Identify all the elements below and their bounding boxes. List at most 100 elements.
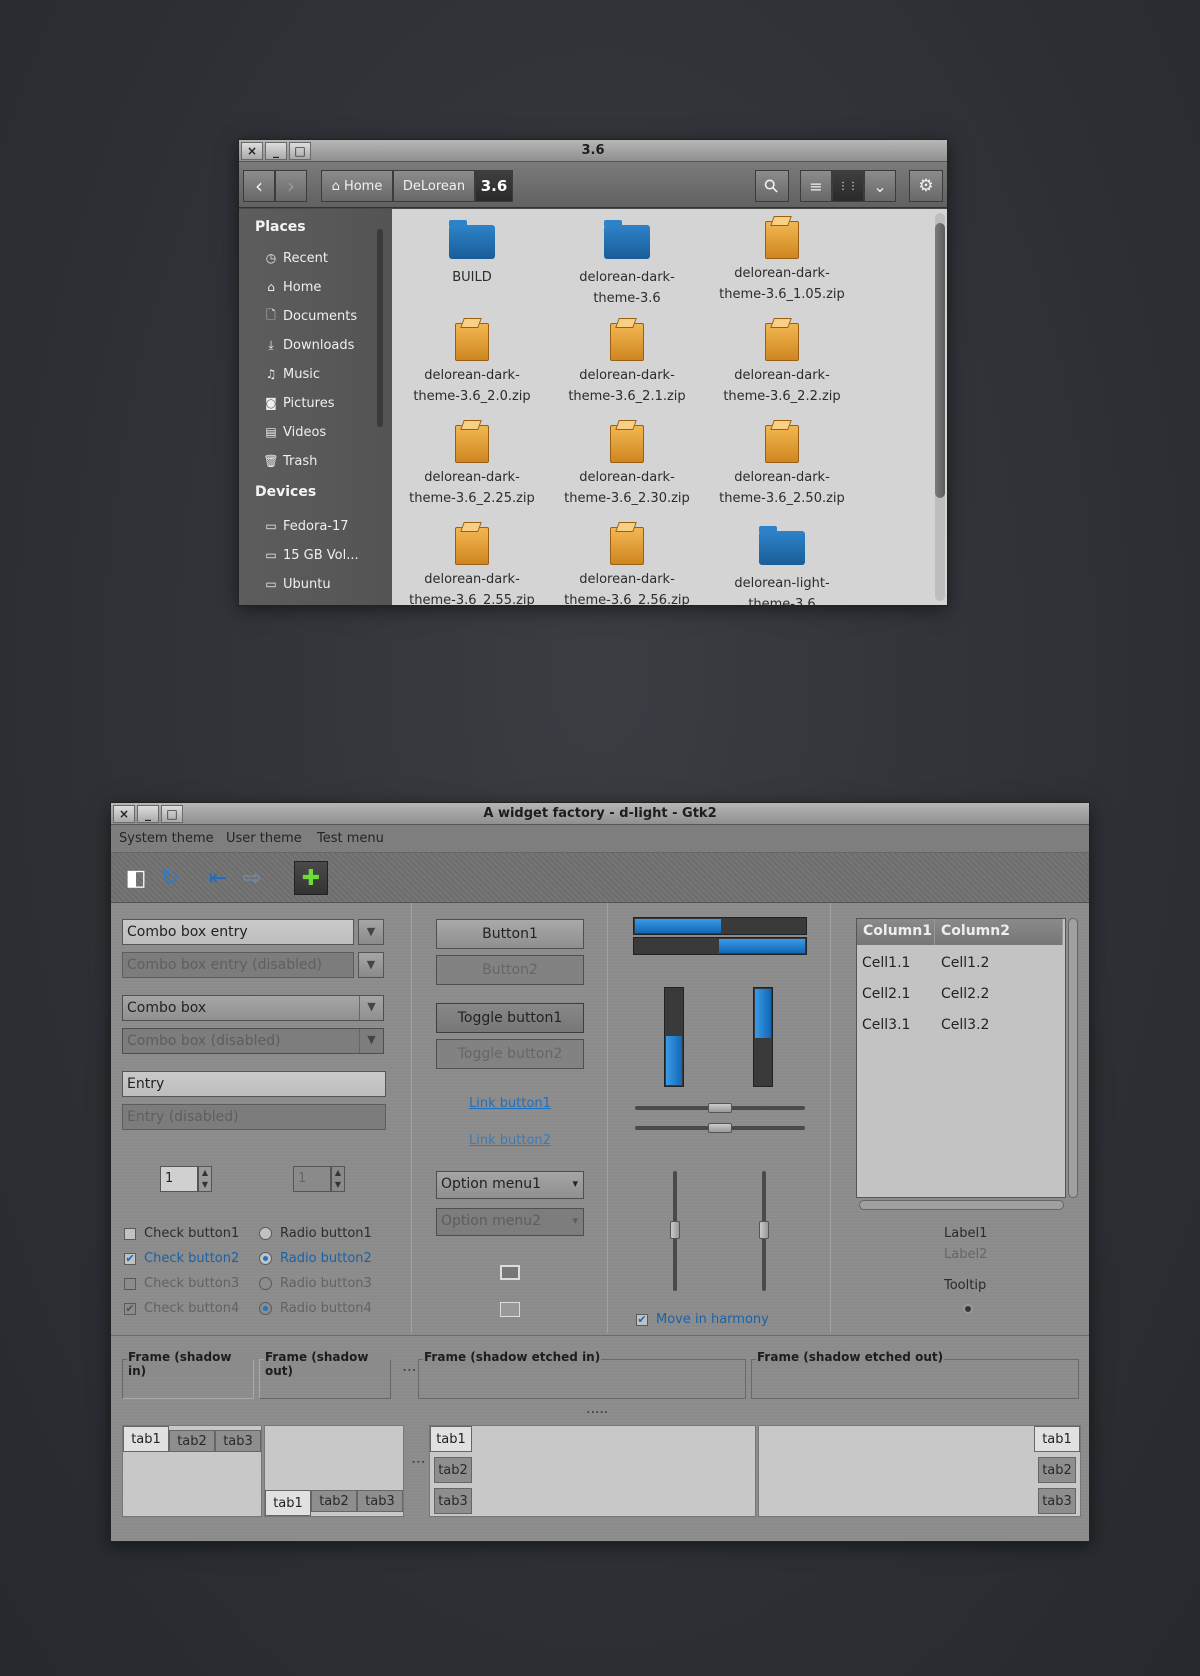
entry[interactable]: Entry (122, 1071, 386, 1097)
sidebar-item-trash[interactable]: 🗑 Trash (263, 450, 317, 472)
tab-2[interactable]: tab2 (1038, 1457, 1076, 1483)
sidebar-scrollbar[interactable] (377, 229, 383, 427)
menu-test[interactable]: Test menu (317, 831, 384, 846)
link-button-2[interactable]: Link button2 (469, 1133, 551, 1148)
scale-knob[interactable] (670, 1221, 680, 1239)
button-1[interactable]: Button1 (436, 919, 584, 949)
tab-3[interactable]: tab3 (434, 1488, 472, 1514)
window-icon[interactable] (500, 1265, 520, 1280)
wf-titlebar[interactable]: × _ □ A widget factory - d-light - Gtk2 (111, 803, 1089, 825)
pane-grip[interactable]: ⋮ (401, 1363, 417, 1377)
tooltip-label[interactable]: Tooltip (944, 1278, 986, 1293)
combo-entry[interactable]: Combo box entry (122, 919, 354, 945)
sidebar-item-label: Recent (283, 250, 328, 266)
file-item[interactable]: delorean-dark- theme-3.6_2.25.zip (397, 423, 547, 509)
file-item[interactable]: delorean-light- theme-3.6 (707, 525, 857, 605)
archive-icon (603, 527, 651, 567)
add-icon[interactable]: ✚ (294, 861, 328, 895)
breadcrumb-delorean[interactable]: DeLorean (393, 170, 475, 202)
scale-knob[interactable] (708, 1103, 732, 1113)
view-options-button[interactable]: ⌄ (864, 170, 896, 202)
fm-titlebar[interactable]: × _ □ 3.6 (239, 140, 947, 162)
go-first-icon[interactable]: ⇤ (201, 861, 235, 895)
sidebar-item-documents[interactable]: 🗋 Documents (263, 305, 357, 327)
file-item[interactable]: delorean-dark- theme-3.6_1.05.zip (707, 219, 857, 305)
settings-button[interactable]: ⚙ (909, 170, 943, 202)
refresh-icon[interactable]: ↻ (153, 861, 187, 895)
file-item[interactable]: delorean-dark- theme-3.6_2.1.zip (552, 321, 702, 407)
cell[interactable]: Cell1.2 (941, 955, 989, 971)
scale-knob[interactable] (708, 1123, 732, 1133)
file-item[interactable]: delorean-dark- theme-3.6_2.30.zip (552, 423, 702, 509)
pane-grip[interactable]: ⋮ (410, 1455, 426, 1469)
spin-button[interactable]: 1 (160, 1166, 198, 1192)
cell[interactable]: Cell3.1 (862, 1017, 910, 1033)
file-item[interactable]: delorean-dark- theme-3.6_2.56.zip (552, 525, 702, 605)
file-item[interactable]: delorean-dark- theme-3.6_2.50.zip (707, 423, 857, 509)
file-item[interactable]: BUILD (397, 219, 547, 288)
tab-2[interactable]: tab2 (311, 1490, 357, 1512)
column-header-2[interactable]: Column2 (935, 919, 1063, 945)
checkmark-icon: ✔ (636, 1312, 648, 1326)
tab-1[interactable]: tab1 (123, 1426, 169, 1452)
tab-3[interactable]: tab3 (1038, 1488, 1076, 1514)
tree-vscrollbar[interactable] (1068, 918, 1078, 1198)
cell[interactable]: Cell1.1 (862, 955, 910, 971)
spin-stepper[interactable]: ▲ ▼ (198, 1166, 212, 1192)
menu-user-theme[interactable]: User theme (226, 831, 302, 846)
sidebar-item-downloads[interactable]: ⤓ Downloads (263, 334, 354, 356)
sidebar-item-15-gb-vol[interactable]: ▭ 15 GB Vol... (263, 544, 358, 566)
tab-3[interactable]: tab3 (215, 1430, 261, 1452)
list-view-button[interactable]: ≡ (800, 170, 832, 202)
grid-view-button[interactable]: ⋮⋮ (832, 170, 864, 202)
tab-2[interactable]: tab2 (434, 1457, 472, 1483)
breadcrumb-current[interactable]: 3.6 (475, 170, 513, 202)
disk-icon[interactable]: ◧ (119, 861, 153, 895)
scrollbar-thumb[interactable] (935, 223, 945, 498)
combo-entry-dropdown[interactable]: ▼ (358, 919, 384, 945)
link-button-1[interactable]: Link button1 (469, 1096, 551, 1111)
toggle-button-1[interactable]: Toggle button1 (436, 1003, 584, 1033)
tree-hscrollbar[interactable] (859, 1200, 1064, 1210)
back-button[interactable]: ‹ (243, 170, 275, 202)
breadcrumb-home[interactable]: ⌂ Home (321, 170, 393, 202)
file-item[interactable]: delorean-dark- theme-3.6 (552, 219, 702, 309)
cell[interactable]: Cell2.2 (941, 986, 989, 1002)
sidebar-item-recent[interactable]: ◷ Recent (263, 247, 328, 269)
file-item[interactable]: delorean-dark- theme-3.6_2.55.zip (397, 525, 547, 605)
radio-button-1[interactable]: Radio button1 (259, 1226, 372, 1241)
cell[interactable]: Cell2.1 (862, 986, 910, 1002)
file-item[interactable]: delorean-dark- theme-3.6_2.0.zip (397, 321, 547, 407)
column-header-1[interactable]: Column1 (857, 919, 935, 945)
sidebar-item-music[interactable]: ♫ Music (263, 363, 320, 385)
frame-label: Frame (shadow in) (127, 1350, 253, 1378)
file-item[interactable]: delorean-dark- theme-3.6_2.2.zip (707, 321, 857, 407)
window-icon[interactable] (500, 1302, 520, 1317)
sidebar-item-fedora-17[interactable]: ▭ Fedora-17 (263, 515, 348, 537)
sidebar-item-videos[interactable]: ▤ Videos (263, 421, 326, 443)
check-button-1[interactable]: Check button1 (124, 1226, 239, 1241)
tree-view[interactable]: Column1 Column2 Cell1.1 Cell1.2 Cell2.1 … (856, 918, 1066, 1198)
radio-button-2[interactable]: Radio button2 (259, 1251, 372, 1266)
forward-button[interactable]: › (275, 170, 307, 202)
sidebar-item-home[interactable]: ⌂ Home (263, 276, 321, 298)
combo-box[interactable]: Combo box ▼ (122, 995, 384, 1021)
search-button[interactable]: ⚲ (755, 170, 789, 202)
go-forward-icon[interactable]: ⇨ (235, 861, 269, 895)
sidebar-item-ubuntu[interactable]: ▭ Ubuntu (263, 573, 330, 595)
cell[interactable]: Cell3.2 (941, 1017, 989, 1033)
option-menu-1[interactable]: Option menu1 ▾ (436, 1171, 584, 1199)
tab-1[interactable]: tab1 (1034, 1426, 1080, 1452)
scale-knob[interactable] (759, 1221, 769, 1239)
move-in-harmony-check[interactable]: ✔ Move in harmony (636, 1312, 769, 1327)
tab-2[interactable]: tab2 (169, 1430, 215, 1452)
pane-grip[interactable]: ····· (586, 1405, 608, 1421)
menu-system-theme[interactable]: System theme (119, 831, 214, 846)
tab-1[interactable]: tab1 (430, 1426, 472, 1452)
sidebar-item-pictures[interactable]: ◙ Pictures (263, 392, 334, 414)
check-button-2[interactable]: ✔ Check button2 (124, 1251, 239, 1266)
tab-3[interactable]: tab3 (357, 1490, 403, 1512)
separator (111, 1335, 1089, 1336)
tab-1[interactable]: tab1 (265, 1490, 311, 1516)
label-1: Label1 (944, 1226, 988, 1241)
